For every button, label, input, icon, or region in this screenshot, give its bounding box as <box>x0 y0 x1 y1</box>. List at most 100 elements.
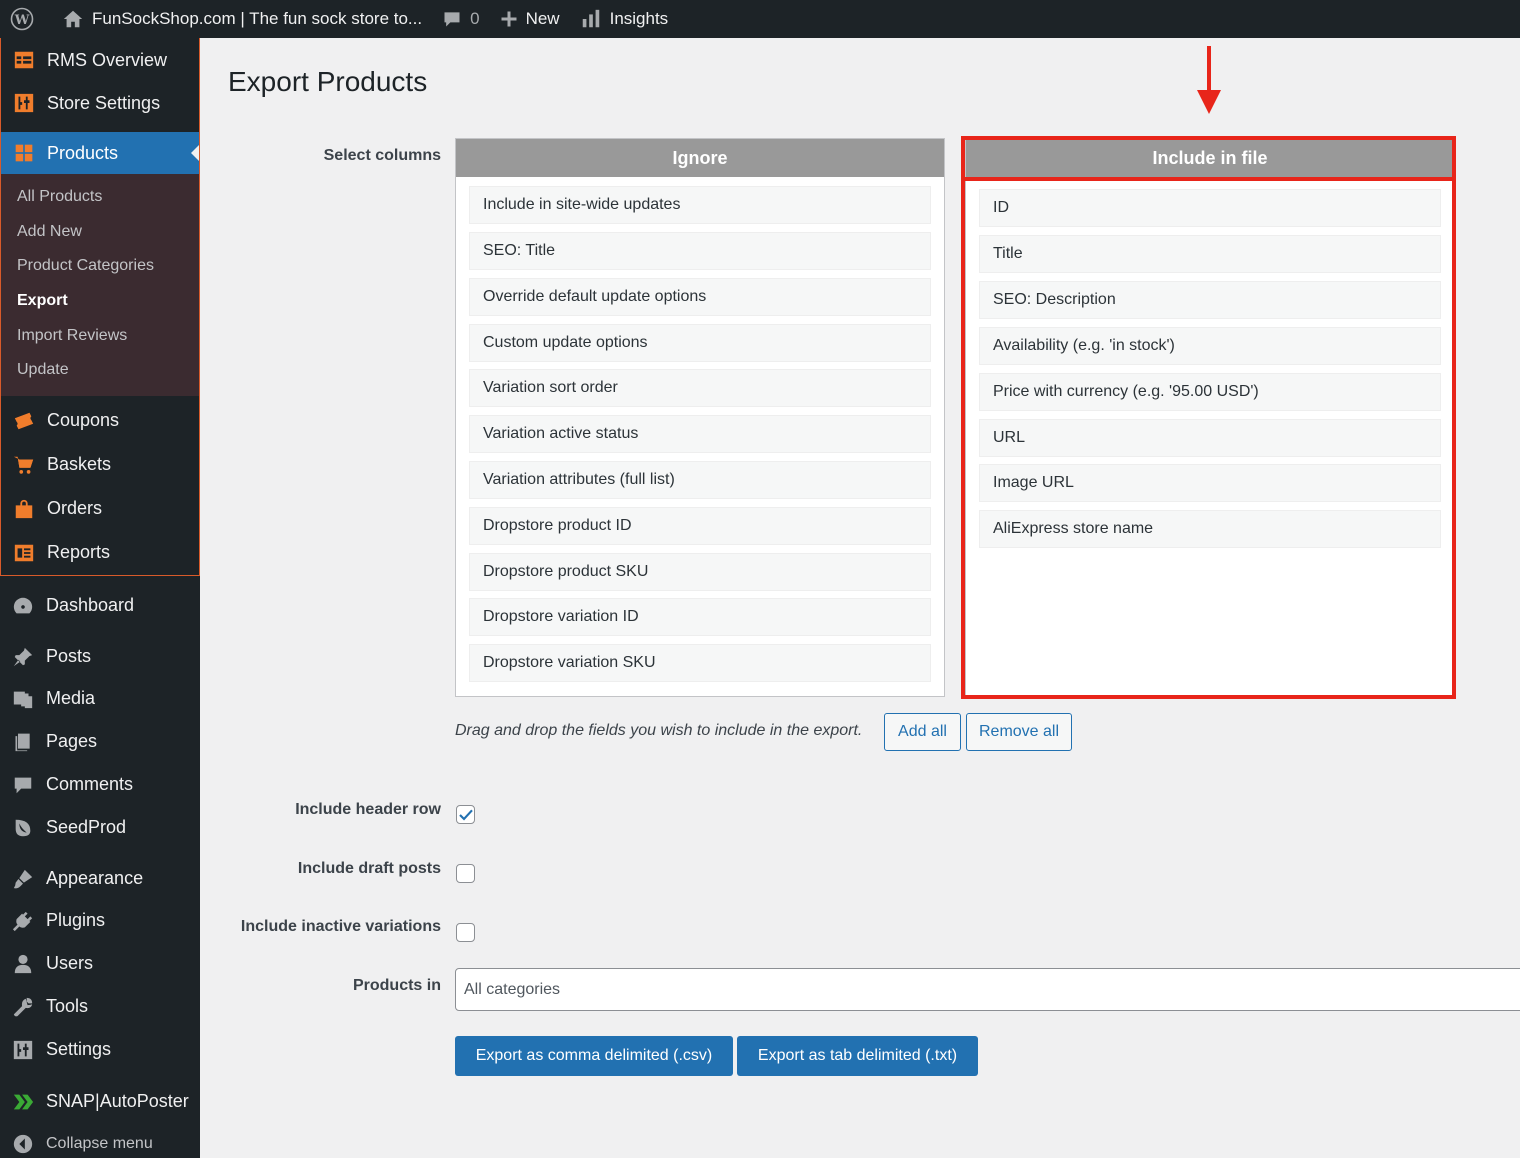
menu-separator <box>0 1072 200 1080</box>
menu-baskets[interactable]: Baskets <box>1 443 199 487</box>
user-icon <box>10 951 36 977</box>
ignore-column[interactable]: Ignore Include in site-wide updates SEO:… <box>455 138 945 697</box>
submenu-export[interactable]: Export <box>1 284 199 319</box>
comments-link[interactable]: 0 <box>432 0 489 38</box>
wordpress-logo-icon[interactable]: W <box>0 0 44 38</box>
menu-products[interactable]: Products <box>1 132 199 174</box>
menu-label: Appearance <box>46 868 144 889</box>
ignore-item[interactable]: Variation active status <box>469 415 931 453</box>
menu-label: Pages <box>46 731 98 752</box>
menu-settings[interactable]: Settings <box>0 1028 200 1072</box>
menu-posts[interactable]: Posts <box>0 636 200 678</box>
insights-link[interactable]: Insights <box>570 0 679 38</box>
collapse-label: Collapse menu <box>46 1134 153 1152</box>
menu-label: SeedProd <box>46 817 127 838</box>
menu-separator <box>0 850 200 858</box>
report-icon <box>11 540 37 566</box>
ignore-item[interactable]: Variation sort order <box>469 369 931 407</box>
bag-icon <box>11 496 37 522</box>
comment-icon <box>10 772 36 798</box>
ignore-item[interactable]: SEO: Title <box>469 232 931 270</box>
submenu-all-products[interactable]: All Products <box>1 180 199 215</box>
ignore-item[interactable]: Custom update options <box>469 324 931 362</box>
insights-label: Insights <box>609 9 669 28</box>
menu-tools[interactable]: Tools <box>0 986 200 1028</box>
main-content: Export Products Select columns Ignore In… <box>200 38 1520 1158</box>
ignore-item[interactable]: Include in site-wide updates <box>469 186 931 224</box>
site-title: FunSockShop.com | The fun sock store to.… <box>92 9 423 28</box>
menu-label: Products <box>47 142 119 163</box>
sliders-icon <box>11 90 37 116</box>
include-inactive-variations-checkbox[interactable] <box>456 923 475 942</box>
menu-snap-autoposter[interactable]: SNAP|AutoPoster <box>0 1080 200 1124</box>
menu-label: Dashboard <box>46 595 135 616</box>
menu-rms-overview[interactable]: RMS Overview <box>1 38 199 82</box>
new-content-link[interactable]: New <box>490 0 570 38</box>
snap-icon <box>10 1089 36 1115</box>
ignore-item[interactable]: Dropstore product ID <box>469 507 931 545</box>
menu-label: Settings <box>46 1039 112 1060</box>
menu-label: Media <box>46 688 96 709</box>
comments-count: 0 <box>470 9 480 28</box>
menu-orders[interactable]: Orders <box>1 487 199 531</box>
submenu-product-categories[interactable]: Product Categories <box>1 249 199 284</box>
products-in-placeholder: All categories <box>464 980 561 998</box>
menu-users[interactable]: Users <box>0 942 200 986</box>
checkmark-icon <box>458 809 473 821</box>
menu-separator <box>1 124 199 132</box>
ignore-item[interactable]: Dropstore variation ID <box>469 598 931 636</box>
submenu-import-reviews[interactable]: Import Reviews <box>1 318 199 353</box>
arrow-down-icon <box>1197 46 1221 114</box>
ignore-column-header: Ignore <box>456 139 944 177</box>
add-all-button[interactable]: Add all <box>884 713 961 751</box>
menu-store-settings[interactable]: Store Settings <box>1 82 199 124</box>
include-draft-posts-checkbox[interactable] <box>456 864 475 883</box>
menu-pages[interactable]: Pages <box>0 720 200 764</box>
media-icon <box>10 686 36 712</box>
menu-dashboard[interactable]: Dashboard <box>0 584 200 628</box>
include-header-row-label: Include header row <box>295 801 441 818</box>
ignore-item[interactable]: Override default update options <box>469 278 931 316</box>
export-csv-button[interactable]: Export as comma delimited (.csv) <box>455 1036 733 1076</box>
menu-separator <box>0 576 200 584</box>
submenu-add-new[interactable]: Add New <box>1 215 199 250</box>
menu-label: Orders <box>47 498 103 519</box>
menu-media[interactable]: Media <box>0 678 200 720</box>
menu-seedprod[interactable]: SeedProd <box>0 806 200 850</box>
bar-chart-icon <box>582 9 599 28</box>
site-name-link[interactable]: FunSockShop.com | The fun sock store to.… <box>44 0 432 38</box>
drag-drop-hint: Drag and drop the fields you wish to inc… <box>455 722 863 739</box>
submenu-update[interactable]: Update <box>1 353 199 388</box>
table-icon <box>11 47 37 73</box>
menu-label: Baskets <box>47 454 112 475</box>
menu-plugins[interactable]: Plugins <box>0 900 200 942</box>
include-header-row-checkbox[interactable] <box>456 805 475 824</box>
admin-bar: W FunSockShop.com | The fun sock store t… <box>0 0 1520 38</box>
products-in-label: Products in <box>352 977 441 994</box>
menu-label: Comments <box>46 774 134 795</box>
export-txt-button[interactable]: Export as tab delimited (.txt) <box>737 1036 978 1076</box>
highlight-header-box <box>961 136 1456 181</box>
include-inactive-variations-label: Include inactive variations <box>240 918 441 935</box>
products-in-select[interactable]: All categories <box>455 968 1520 1011</box>
menu-label: Tools <box>46 996 89 1017</box>
menu-coupons[interactable]: Coupons <box>1 399 199 443</box>
ignore-item[interactable]: Dropstore variation SKU <box>469 644 931 682</box>
menu-label: Store Settings <box>47 92 161 113</box>
cart-icon <box>11 452 37 478</box>
menu-label: Coupons <box>47 410 120 431</box>
menu-reports[interactable]: Reports <box>1 531 199 575</box>
collapse-menu-button[interactable]: Collapse menu <box>0 1124 200 1158</box>
remove-all-button[interactable]: Remove all <box>966 713 1072 751</box>
menu-appearance[interactable]: Appearance <box>0 858 200 900</box>
home-icon <box>63 10 83 28</box>
admin-sidebar: RMS Overview Store Settings Products All… <box>0 38 200 1158</box>
menu-comments[interactable]: Comments <box>0 764 200 806</box>
plug-icon <box>10 908 36 934</box>
menu-label: Reports <box>47 542 111 563</box>
ignore-item[interactable]: Dropstore product SKU <box>469 553 931 591</box>
collapse-icon <box>10 1131 36 1157</box>
page-title: Export Products <box>228 66 428 97</box>
ignore-item[interactable]: Variation attributes (full list) <box>469 461 931 499</box>
rms-menu-group: RMS Overview Store Settings Products All… <box>0 38 200 576</box>
